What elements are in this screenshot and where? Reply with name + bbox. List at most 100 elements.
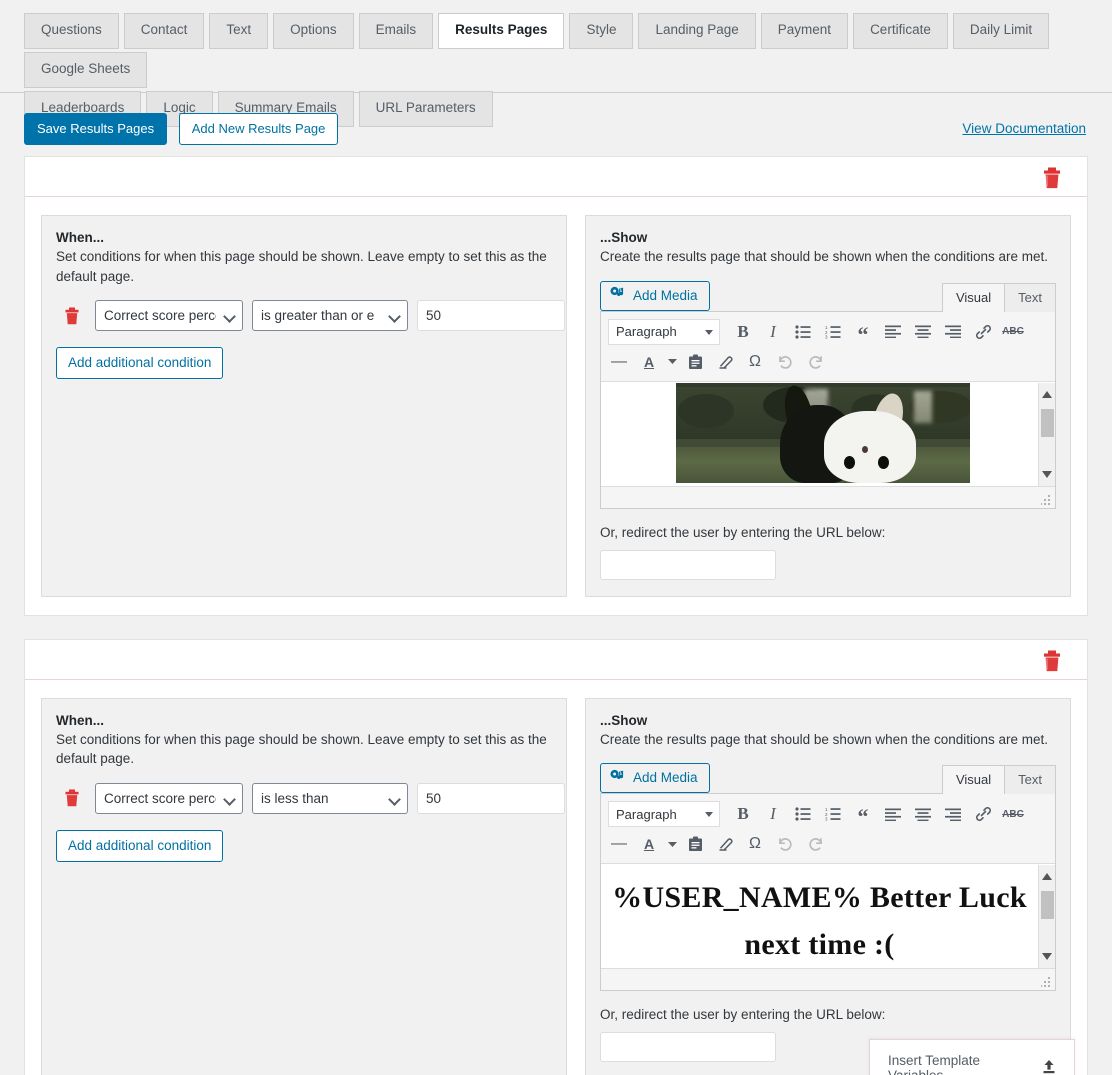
editor-resize-handle[interactable]	[1041, 494, 1051, 505]
tab-style[interactable]: Style	[569, 13, 634, 49]
editor-content-text[interactable]: %USER_NAME% Better Luck next time :(	[601, 865, 1038, 968]
paragraph-format-select[interactable]: Paragraph	[608, 318, 720, 345]
tab-text[interactable]: Text	[209, 13, 269, 49]
delete-condition-icon[interactable]	[64, 307, 80, 325]
save-results-pages-button[interactable]: Save Results Pages	[24, 113, 168, 145]
show-panel-description: Create the results page that should be s…	[600, 731, 1049, 747]
paste-as-text-icon[interactable]	[681, 349, 709, 375]
align-center-icon[interactable]	[909, 319, 937, 345]
horizontal-rule-icon[interactable]: —	[605, 831, 633, 857]
add-new-results-page-button[interactable]: Add New Results Page	[178, 113, 339, 145]
tab-options[interactable]: Options	[273, 13, 354, 49]
tab-contact[interactable]: Contact	[123, 13, 205, 49]
editor-tab-visual[interactable]: Visual	[941, 282, 1006, 312]
undo-icon[interactable]	[771, 831, 799, 857]
italic-icon[interactable]: I	[759, 319, 787, 345]
tab-results-pages[interactable]: Results Pages	[438, 13, 565, 49]
paragraph-format-select[interactable]: Paragraph	[608, 801, 720, 828]
scroll-down-arrow-icon[interactable]	[1042, 470, 1052, 478]
editor-content-area[interactable]	[601, 381, 1055, 486]
text-color-icon[interactable]: A	[635, 349, 663, 375]
editor-image-dog[interactable]	[676, 382, 970, 483]
link-icon[interactable]	[969, 319, 997, 345]
bullet-list-icon[interactable]	[789, 801, 817, 827]
redo-icon[interactable]	[801, 831, 829, 857]
link-icon[interactable]	[969, 801, 997, 827]
condition-value-input[interactable]	[417, 300, 565, 332]
editor-vertical-scrollbar[interactable]	[1038, 382, 1055, 486]
undo-icon[interactable]	[771, 349, 799, 375]
insert-template-variables-button[interactable]: Insert Template Variables	[869, 1039, 1075, 1075]
condition-field-select[interactable]: Correct score perce	[95, 300, 243, 332]
condition-operator-select-wrapper: is greater than or e	[252, 300, 408, 332]
paste-as-text-icon[interactable]	[681, 831, 709, 857]
condition-operator-select[interactable]: is greater than or e	[252, 300, 408, 332]
redirect-url-input[interactable]	[600, 1032, 776, 1063]
scroll-up-arrow-icon[interactable]	[1042, 873, 1052, 881]
delete-results-page-icon[interactable]	[1042, 650, 1062, 672]
blockquote-icon[interactable]: “	[849, 319, 877, 345]
tab-google-sheets[interactable]: Google Sheets	[24, 51, 148, 88]
tab-daily-limit[interactable]: Daily Limit	[952, 13, 1050, 49]
tab-questions[interactable]: Questions	[24, 13, 119, 49]
bold-icon[interactable]: B	[729, 319, 757, 345]
special-character-icon[interactable]: Ω	[741, 349, 769, 375]
tab-emails[interactable]: Emails	[358, 13, 434, 49]
redirect-url-input[interactable]	[600, 549, 776, 580]
editor-content-inner: %USER_NAME% Better Luck next time :(	[601, 865, 1038, 968]
numbered-list-icon[interactable]: 123	[819, 319, 847, 345]
horizontal-rule-icon[interactable]: —	[605, 349, 633, 375]
condition-value-input[interactable]	[417, 782, 565, 814]
add-additional-condition-button[interactable]: Add additional condition	[56, 829, 224, 862]
editor-content-area[interactable]: %USER_NAME% Better Luck next time :(	[601, 864, 1055, 969]
tab-landing-page[interactable]: Landing Page	[638, 13, 756, 49]
delete-condition-icon[interactable]	[64, 789, 80, 807]
strikethrough-icon[interactable]: ABC	[999, 319, 1027, 345]
clear-formatting-eraser-icon[interactable]	[711, 831, 739, 857]
when-panel: When... Set conditions for when this pag…	[41, 215, 567, 597]
blockquote-icon[interactable]: “	[849, 801, 877, 828]
add-additional-condition-button[interactable]: Add additional condition	[56, 347, 224, 380]
align-right-icon[interactable]	[939, 319, 967, 345]
add-media-button[interactable]: Add Media	[600, 763, 710, 794]
bullet-list-icon[interactable]	[789, 319, 817, 345]
scrollbar-thumb[interactable]	[1041, 891, 1054, 920]
add-media-button[interactable]: Add Media	[600, 280, 710, 311]
text-color-chevron-down-icon[interactable]	[665, 349, 679, 375]
italic-icon[interactable]: I	[759, 801, 787, 827]
clear-formatting-eraser-icon[interactable]	[711, 349, 739, 375]
add-media-label: Add Media	[633, 287, 698, 303]
editor-tab-text[interactable]: Text	[1004, 765, 1056, 795]
view-documentation-link[interactable]: View Documentation	[962, 121, 1086, 136]
align-right-icon[interactable]	[939, 801, 967, 827]
condition-field-select-wrapper: Correct score perce	[95, 782, 243, 814]
editor-tab-text[interactable]: Text	[1004, 282, 1056, 312]
special-character-icon[interactable]: Ω	[741, 831, 769, 857]
tab-payment[interactable]: Payment	[760, 13, 849, 49]
scrollbar-thumb[interactable]	[1041, 408, 1054, 437]
editor-content-inner	[601, 382, 1038, 486]
tab-certificate[interactable]: Certificate	[853, 13, 948, 49]
align-center-icon[interactable]	[909, 801, 937, 827]
scroll-up-arrow-icon[interactable]	[1042, 390, 1052, 398]
delete-results-page-icon[interactable]	[1042, 167, 1062, 189]
condition-field-select[interactable]: Correct score perce	[95, 782, 243, 814]
results-page-card: When... Set conditions for when this pag…	[24, 638, 1088, 1075]
condition-operator-select[interactable]: is less than	[252, 782, 408, 814]
editor-mode-tabs: Visual Text	[941, 282, 1056, 312]
results-page-card: When... Set conditions for when this pag…	[24, 156, 1088, 616]
bold-icon[interactable]: B	[729, 801, 757, 827]
numbered-list-icon[interactable]: 123	[819, 801, 847, 827]
svg-text:3: 3	[825, 334, 828, 338]
editor-resize-handle[interactable]	[1041, 977, 1051, 988]
strikethrough-icon[interactable]: ABC	[999, 801, 1027, 827]
align-left-icon[interactable]	[879, 801, 907, 827]
editor-tab-visual[interactable]: Visual	[941, 765, 1006, 795]
editor-vertical-scrollbar[interactable]	[1038, 865, 1055, 969]
redo-icon[interactable]	[801, 349, 829, 375]
editor-status-bar	[601, 485, 1055, 508]
align-left-icon[interactable]	[879, 319, 907, 345]
text-color-chevron-down-icon[interactable]	[665, 831, 679, 857]
scroll-down-arrow-icon[interactable]	[1042, 953, 1052, 961]
text-color-icon[interactable]: A	[635, 831, 663, 857]
